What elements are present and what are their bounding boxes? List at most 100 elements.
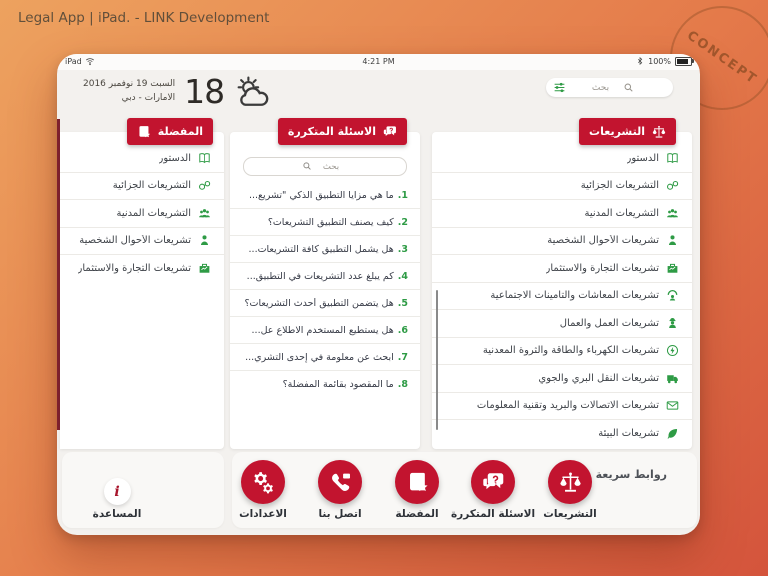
- tab-label: الاسئلة المتكررة: [287, 125, 376, 138]
- battery-icon: [675, 56, 694, 66]
- tab-favorites[interactable]: المفضلة: [126, 118, 213, 145]
- list-item[interactable]: تشريعات الكهرباء والطاقة والثروة المعدني…: [432, 338, 692, 365]
- briefcase-icon: [198, 262, 211, 275]
- faq-number: 7.: [397, 351, 408, 363]
- date-block: السبت 19 نوفمبر 2016 الامارات - دبي: [83, 78, 175, 105]
- faq-question: هل يشمل التطبيق كافة التشريعات...: [248, 243, 394, 255]
- temperature: 18: [184, 72, 225, 111]
- scrollbar[interactable]: [436, 290, 438, 430]
- faq-question: ما المقصود بقائمة المفضلة؟: [282, 379, 394, 390]
- faq-search[interactable]: [243, 157, 407, 176]
- list-item[interactable]: التشريعات الجزائية: [432, 173, 692, 200]
- chat-question-icon: [482, 471, 505, 494]
- battery-percent: 100%: [648, 56, 671, 66]
- list-item[interactable]: تشريعات العمل والعمال: [432, 310, 692, 338]
- phone-icon: [329, 471, 352, 494]
- contact-us-button[interactable]: [318, 460, 362, 504]
- faq-button[interactable]: [471, 460, 515, 504]
- list-item-label: التشريعات الجزائية: [580, 180, 659, 192]
- pension-icon: [666, 289, 679, 302]
- faq-number: 1.: [397, 189, 408, 201]
- faq-item[interactable]: 8. ما المقصود بقائمة المفضلة؟: [230, 371, 420, 398]
- help-button[interactable]: i: [103, 478, 131, 505]
- briefcase-icon: [666, 262, 679, 275]
- tab-label: المفضلة: [157, 125, 203, 138]
- faq-number: 8.: [397, 379, 408, 390]
- faq-item[interactable]: 3. هل يشمل التطبيق كافة التشريعات...: [230, 236, 420, 263]
- faq-question: هل يستطيع المستخدم الاطلاع عل...: [251, 324, 394, 336]
- settings-button[interactable]: [241, 460, 285, 504]
- faq-item[interactable]: 4. كم يبلغ عدد التشريعات في التطبيق...: [230, 263, 420, 290]
- help-widget: i المساعدة: [62, 478, 172, 520]
- filter-sliders-icon[interactable]: [553, 81, 566, 94]
- favorites-list: الدستور التشريعات الجزائية التشريعات الم…: [60, 132, 224, 283]
- book-icon: [198, 152, 211, 165]
- search-icon: [302, 161, 312, 171]
- list-item[interactable]: تشريعات البيئة: [432, 420, 692, 448]
- list-item-label: تشريعات المعاشات والتأمينات الاجتماعية: [490, 290, 659, 302]
- design-canvas: Legal App | iPad. - LINK Development CON…: [0, 0, 768, 576]
- global-search[interactable]: [546, 78, 673, 97]
- book-icon: [666, 152, 679, 165]
- list-item-label: التشريعات المدنية: [116, 207, 191, 219]
- worker-icon: [666, 317, 679, 330]
- faq-item[interactable]: 5. هل يتضمن التطبيق أحدث التشريعات؟: [230, 290, 420, 317]
- list-item[interactable]: التشريعات المدنية: [432, 200, 692, 228]
- list-item-label: الدستور: [158, 152, 191, 164]
- list-item[interactable]: التشريعات المدنية: [60, 200, 224, 228]
- date-text: السبت 19 نوفمبر 2016: [83, 79, 176, 89]
- favorites-panel: المفضلة الدستور التشريعات الجزائية التشر…: [60, 118, 224, 449]
- tab-faq[interactable]: الاسئلة المتكررة: [277, 118, 407, 145]
- location-text: الامارات - دبي: [121, 92, 176, 103]
- chat-question-icon: [383, 125, 397, 139]
- status-right: 100%: [636, 56, 694, 66]
- faq-item[interactable]: 7. ابحث عن معلومة في إحدى التشري...: [230, 344, 420, 371]
- faq-search-input[interactable]: [244, 158, 406, 175]
- quick-link-settings: الاعدادات: [208, 460, 318, 520]
- faq-question: ابحث عن معلومة في إحدى التشري...: [245, 351, 394, 363]
- list-item[interactable]: تشريعات الاتصالات والبريد وتقنية المعلوم…: [432, 393, 692, 420]
- book-star-icon: [406, 471, 429, 494]
- help-label: المساعدة: [92, 508, 142, 520]
- list-item[interactable]: تشريعات المعاشات والتأمينات الاجتماعية: [432, 283, 692, 310]
- list-item[interactable]: تشريعات التجارة والاستثمار: [60, 255, 224, 283]
- list-item-label: تشريعات الاتصالات والبريد وتقنية المعلوم…: [476, 400, 659, 412]
- list-item[interactable]: التشريعات الجزائية: [60, 173, 224, 200]
- list-item-label: تشريعات النقل البري والجوي: [538, 372, 659, 384]
- faq-question: كم يبلغ عدد التشريعات في التطبيق...: [246, 270, 394, 282]
- communications-icon: [666, 399, 679, 412]
- faq-question: كيف يصنف التطبيق التشريعات؟: [267, 216, 394, 228]
- search-icon: [623, 82, 634, 93]
- book-star-icon: [137, 125, 151, 139]
- list-item[interactable]: الدستور: [432, 145, 692, 173]
- faq-item[interactable]: 2. كيف يصنف التطبيق التشريعات؟: [230, 209, 420, 236]
- scales-icon: [559, 471, 582, 494]
- list-item-label: تشريعات الأحوال الشخصية: [547, 235, 659, 247]
- gears-icon: [252, 471, 275, 494]
- favorites-button[interactable]: [395, 460, 439, 504]
- list-item[interactable]: تشريعات النقل البري والجوي: [432, 365, 692, 393]
- faq-item[interactable]: 1. ما هي مزايا التطبيق الذكي "تشريع...: [230, 182, 420, 209]
- people-icon: [666, 207, 679, 220]
- list-item[interactable]: الدستور: [60, 145, 224, 173]
- faq-number: 6.: [397, 324, 408, 336]
- list-item[interactable]: تشريعات الأحوال الشخصية: [60, 228, 224, 255]
- tab-legislations[interactable]: التشريعات: [579, 118, 676, 145]
- faq-number: 4.: [397, 270, 408, 282]
- status-bar: iPad 4:21 PM 100%: [57, 54, 700, 70]
- scales-icon: [652, 125, 666, 139]
- list-item-label: تشريعات التجارة والاستثمار: [77, 263, 191, 275]
- handcuffs-icon: [666, 179, 679, 192]
- faq-list: 1. ما هي مزايا التطبيق الذكي "تشريع... 2…: [230, 182, 420, 398]
- device-label: iPad: [65, 56, 82, 66]
- list-item[interactable]: تشريعات الأحوال الشخصية: [432, 228, 692, 255]
- list-item-label: الدستور: [626, 152, 659, 164]
- faq-item[interactable]: 6. هل يستطيع المستخدم الاطلاع عل...: [230, 317, 420, 344]
- list-item-label: التشريعات الجزائية: [112, 180, 191, 192]
- legislations-button[interactable]: [548, 460, 592, 504]
- list-item[interactable]: تشريعات التجارة والاستثمار: [432, 255, 692, 283]
- quick-link-label: الاعدادات: [239, 508, 287, 520]
- status-time: 4:21 PM: [362, 57, 395, 66]
- page-title: Legal App | iPad. - LINK Development: [18, 10, 270, 26]
- environment-icon: [666, 427, 679, 440]
